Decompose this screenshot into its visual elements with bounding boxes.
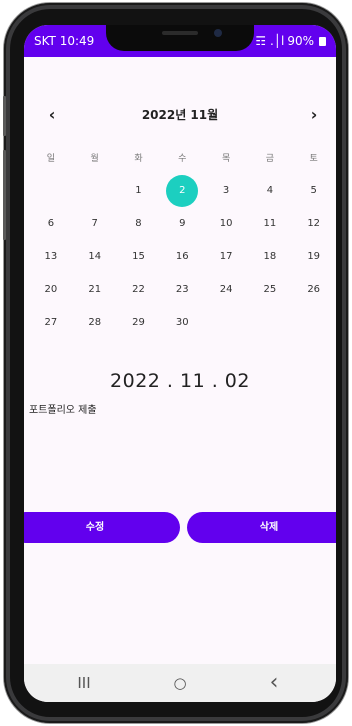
day-cell[interactable]: 5 [292,185,336,196]
weekday-label: 화 [134,154,143,164]
day-cell[interactable]: 18 [248,251,292,262]
day-cell[interactable]: 22 [117,284,161,295]
camera-notch [106,25,254,51]
week-row: 1 2 3 4 5 [29,174,336,207]
selected-date: 2022 . 11 . 02 [110,370,250,392]
next-month-button[interactable]: › [302,103,326,127]
week-row: 20 21 22 23 24 25 26 [29,273,336,306]
day-cell[interactable]: 23 [160,284,204,295]
day-cell[interactable]: 7 [73,218,117,229]
day-cell[interactable]: 28 [73,317,117,328]
weekday-label: 토 [309,154,318,164]
back-icon[interactable]: ‹ [254,664,294,702]
day-cell[interactable]: 29 [117,317,161,328]
memo-text: 포트폴리오 제출 [29,405,97,416]
camera-icon [214,29,222,37]
weekday-row: 일 월 화 수 목 금 토 [29,141,336,174]
day-cell[interactable]: 30 [160,317,204,328]
weekday-label: 금 [265,154,275,164]
week-row: 13 14 15 16 17 18 19 [29,240,336,273]
calendar-header: ‹ 2022년 11월 › [24,103,336,127]
day-cell[interactable]: 11 [248,218,292,229]
app-screen: SKT 10:49 ❉ ☶ .│l 90% ‹ 2022년 11월 › 일 월 … [24,25,336,702]
day-cell[interactable]: 6 [29,218,73,229]
battery-level: 90% [287,34,314,48]
day-cell[interactable]: 19 [292,251,336,262]
week-row: 6 7 8 9 10 11 12 [29,207,336,240]
day-cell[interactable]: 20 [29,284,73,295]
volume-button [3,96,6,136]
recents-icon[interactable]: III [64,664,104,702]
delete-button[interactable]: 삭제 [187,512,336,543]
day-cell[interactable]: 26 [292,284,336,295]
day-cell[interactable]: 9 [160,218,204,229]
day-cell[interactable]: 24 [204,284,248,295]
week-row: 27 28 29 30 [29,306,336,339]
day-cell-selected[interactable]: 2 [160,174,204,207]
home-icon[interactable]: ○ [160,664,200,702]
day-cell[interactable]: 12 [292,218,336,229]
system-nav-bar: III ○ ‹ [24,664,336,702]
power-button [3,150,6,240]
day-cell[interactable]: 16 [160,251,204,262]
day-cell[interactable]: 8 [117,218,161,229]
day-cell[interactable]: 10 [204,218,248,229]
day-cell[interactable]: 13 [29,251,73,262]
day-cell[interactable]: 14 [73,251,117,262]
day-cell[interactable]: 1 [117,185,161,196]
day-cell[interactable]: 17 [204,251,248,262]
speaker-icon [162,31,198,35]
calendar-grid: 일 월 화 수 목 금 토 1 2 3 4 5 6 7 8 9 10 11 12… [29,141,336,339]
weekday-label: 월 [90,154,99,164]
day-cell[interactable]: 4 [248,185,292,196]
day-cell[interactable]: 15 [117,251,161,262]
carrier-time: SKT 10:49 [34,34,95,48]
day-cell[interactable]: 21 [73,284,117,295]
battery-icon [319,36,326,46]
day-cell[interactable]: 25 [248,284,292,295]
weekday-label: 목 [221,154,231,164]
weekday-label: 일 [46,154,56,164]
day-cell[interactable]: 3 [204,185,248,196]
month-title: 2022년 11월 [141,108,219,122]
weekday-label: 수 [178,154,187,164]
status-icons: ❉ ☶ .│l 90% [242,34,326,48]
day-cell[interactable]: 27 [29,317,73,328]
edit-button[interactable]: 수정 [24,512,180,543]
